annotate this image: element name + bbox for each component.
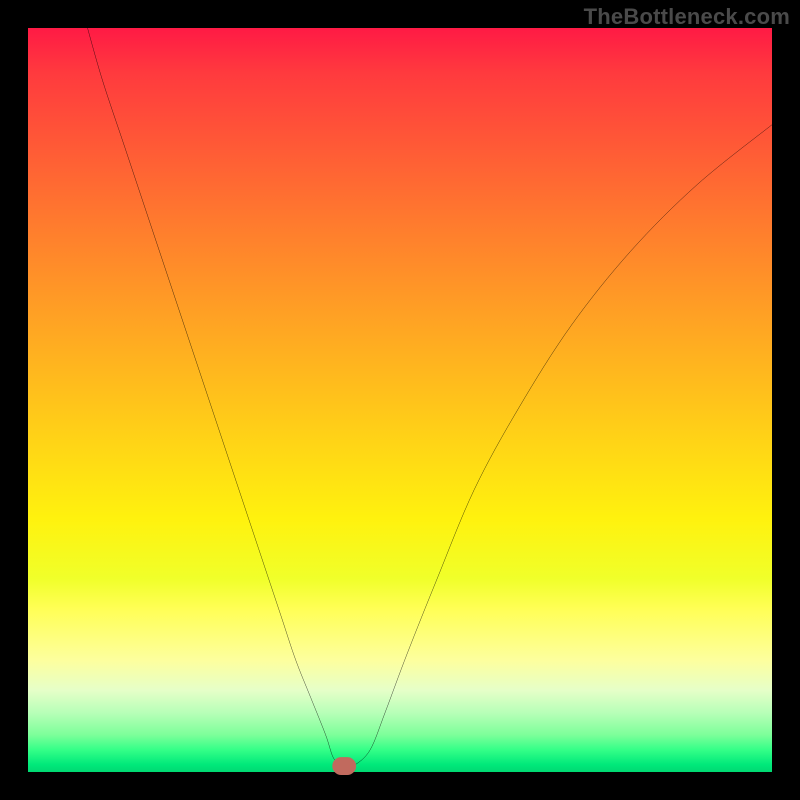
watermark-text: TheBottleneck.com (584, 4, 790, 30)
chart-frame: TheBottleneck.com (0, 0, 800, 800)
plot-area (28, 28, 772, 772)
bottleneck-curve-path (88, 28, 772, 766)
minimum-marker (336, 761, 352, 771)
bottleneck-curve-svg (28, 28, 772, 772)
